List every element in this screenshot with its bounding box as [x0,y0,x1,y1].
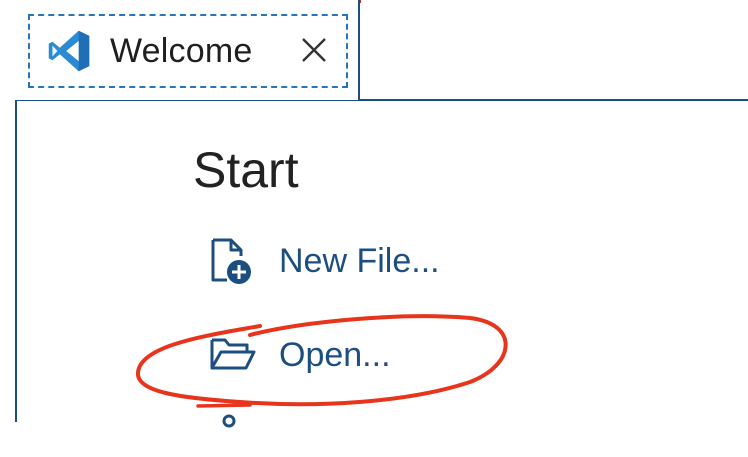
welcome-page: Start New File... Open... [17,101,748,428]
open-link[interactable]: Open... [207,330,391,380]
clone-repo-link[interactable] [207,407,279,457]
folder-open-icon [207,330,257,380]
tab-welcome[interactable]: Welcome [15,0,360,100]
new-file-icon [207,236,257,286]
new-file-label[interactable]: New File... [279,242,440,281]
open-label[interactable]: Open... [279,336,391,375]
start-heading: Start [193,142,299,198]
tab-focus-outline[interactable]: Welcome [28,14,348,88]
tab-label: Welcome [110,31,253,70]
close-icon[interactable] [296,32,332,68]
vscode-logo-icon [44,26,94,76]
clone-repo-icon [207,407,257,457]
new-file-link[interactable]: New File... [207,236,440,286]
